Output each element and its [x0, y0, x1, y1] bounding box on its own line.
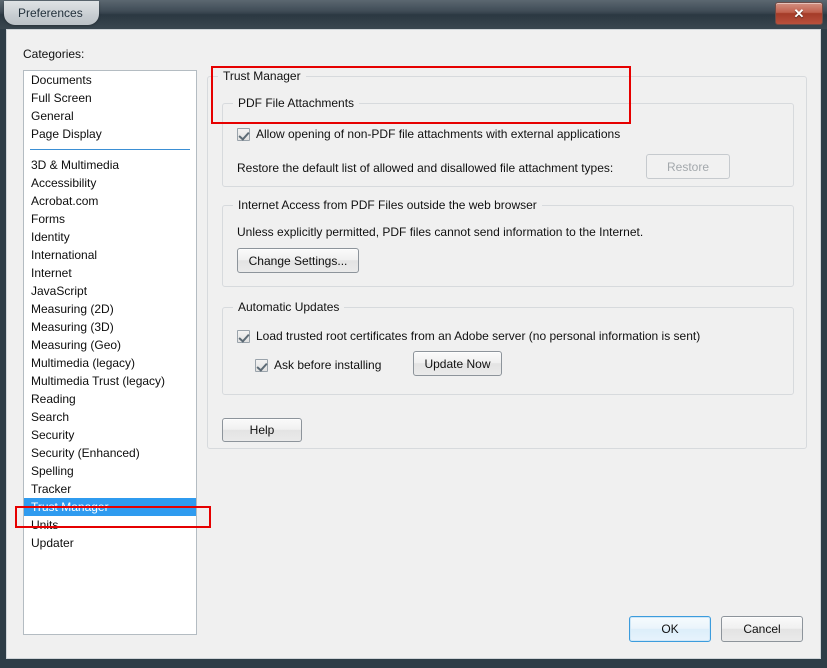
load-trusted-certs-row[interactable]: Load trusted root certificates from an A…	[237, 329, 700, 343]
allow-non-pdf-attachments-row[interactable]: Allow opening of non-PDF file attachment…	[237, 127, 620, 141]
help-button[interactable]: Help	[222, 418, 302, 442]
category-item-internet[interactable]: Internet	[24, 264, 196, 282]
category-item-measuring-3d[interactable]: Measuring (3D)	[24, 318, 196, 336]
category-item-documents[interactable]: Documents	[24, 71, 196, 89]
load-trusted-certs-checkbox[interactable]	[237, 329, 250, 343]
categories-list[interactable]: Documents Full Screen General Page Display 3…	[23, 70, 197, 635]
category-item-identity[interactable]: Identity	[24, 228, 196, 246]
category-item-units[interactable]: Units	[24, 516, 196, 534]
window-title-pill: Preferences	[4, 1, 99, 25]
category-item-full-screen[interactable]: Full Screen	[24, 89, 196, 107]
change-settings-button-label: Change Settings...	[248, 253, 348, 268]
category-item-general[interactable]: General	[24, 107, 196, 125]
preferences-window: Preferences ✕ Categories: Documents Full …	[0, 0, 827, 668]
automatic-updates-group: Automatic Updates Load trusted root cert…	[222, 300, 794, 395]
category-item-security[interactable]: Security	[24, 426, 196, 444]
categories-label: Categories:	[23, 47, 85, 61]
allow-non-pdf-attachments-checkbox[interactable]	[237, 127, 250, 141]
category-item-3d-multimedia[interactable]: 3D & Multimedia	[24, 156, 196, 174]
restore-button[interactable]: Restore	[646, 154, 730, 179]
ask-before-installing-row[interactable]: Ask before installing	[255, 358, 381, 372]
category-item-measuring-2d[interactable]: Measuring (2D)	[24, 300, 196, 318]
update-now-button-label: Update Now	[424, 356, 491, 371]
dialog-client-area: Categories: Documents Full Screen General P…	[6, 29, 821, 659]
pdf-file-attachments-group: PDF File Attachments Allow opening of no…	[222, 96, 794, 187]
update-now-button[interactable]: Update Now	[413, 351, 502, 376]
category-item-updater[interactable]: Updater	[24, 534, 196, 552]
category-item-tracker[interactable]: Tracker	[24, 480, 196, 498]
category-item-acrobat-com[interactable]: Acrobat.com	[24, 192, 196, 210]
ok-button-label: OK	[661, 622, 679, 636]
category-item-multimedia-legacy[interactable]: Multimedia (legacy)	[24, 354, 196, 372]
change-settings-button[interactable]: Change Settings...	[237, 248, 359, 273]
category-item-trust-manager[interactable]: Trust Manager	[24, 498, 196, 516]
trust-manager-group: Trust Manager PDF File Attachments Allow…	[207, 69, 807, 449]
ok-button[interactable]: OK	[629, 616, 711, 642]
category-item-page-display[interactable]: Page Display	[24, 125, 196, 143]
category-item-forms[interactable]: Forms	[24, 210, 196, 228]
window-titlebar: Preferences ✕	[0, 0, 827, 29]
load-trusted-certs-label: Load trusted root certificates from an A…	[256, 329, 701, 343]
categories-separator	[24, 143, 196, 156]
category-item-spelling[interactable]: Spelling	[24, 462, 196, 480]
internet-access-description: Unless explicitly permitted, PDF files c…	[237, 225, 644, 239]
close-glyph: ✕	[793, 6, 805, 21]
cancel-button-label: Cancel	[743, 622, 781, 636]
restore-defaults-text: Restore the default list of allowed and …	[237, 161, 614, 175]
category-item-multimedia-trust-legacy[interactable]: Multimedia Trust (legacy)	[24, 372, 196, 390]
pdf-file-attachments-title: PDF File Attachments	[233, 96, 360, 110]
category-item-reading[interactable]: Reading	[24, 390, 196, 408]
ask-before-installing-checkbox[interactable]	[255, 358, 268, 372]
automatic-updates-title: Automatic Updates	[233, 300, 345, 314]
close-icon[interactable]: ✕	[775, 2, 823, 25]
cancel-button[interactable]: Cancel	[721, 616, 803, 642]
titlebar-sheen	[0, 0, 827, 14]
restore-button-label: Restore	[666, 159, 710, 174]
window-title: Preferences	[18, 6, 83, 20]
category-item-international[interactable]: International	[24, 246, 196, 264]
trust-manager-group-title: Trust Manager	[218, 69, 306, 83]
allow-non-pdf-attachments-label: Allow opening of non-PDF file attachment…	[256, 127, 621, 141]
category-item-javascript[interactable]: JavaScript	[24, 282, 196, 300]
ask-before-installing-label: Ask before installing	[274, 358, 382, 372]
category-item-measuring-geo[interactable]: Measuring (Geo)	[24, 336, 196, 354]
category-item-search[interactable]: Search	[24, 408, 196, 426]
category-item-security-enhanced[interactable]: Security (Enhanced)	[24, 444, 196, 462]
help-button-label: Help	[249, 423, 275, 437]
internet-access-group: Internet Access from PDF Files outside t…	[222, 198, 794, 287]
category-item-accessibility[interactable]: Accessibility	[24, 174, 196, 192]
internet-access-title: Internet Access from PDF Files outside t…	[233, 198, 542, 212]
